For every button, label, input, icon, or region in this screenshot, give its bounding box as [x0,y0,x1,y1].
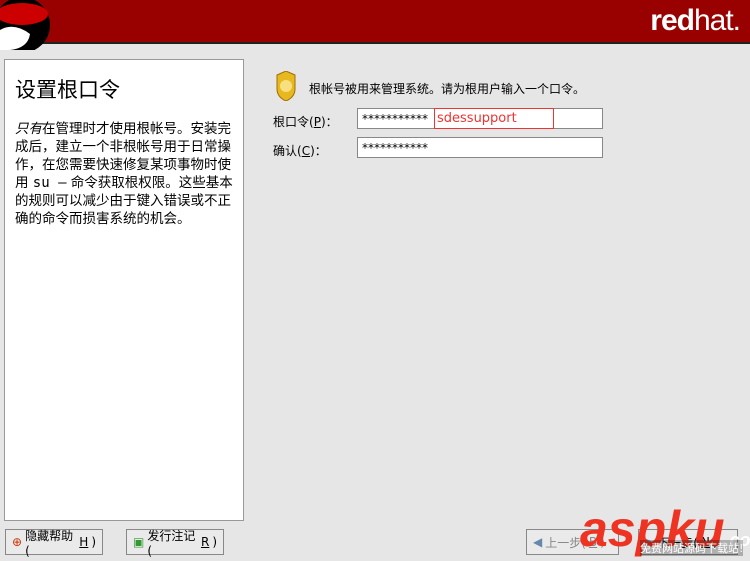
help-text: 只有在管理时才使用根帐号。安装完成后，建立一个非根帐号用于日常操作，在您需要快速… [15,121,233,227]
help-panel: 设置根口令 只有在管理时才使用根帐号。安装完成后，建立一个非根帐号用于日常操作，… [4,59,244,521]
lifebuoy-icon: ⊕ [12,535,23,549]
confirm-password-input[interactable]: *********** [357,137,603,158]
arrow-left-icon: ◀ [533,535,543,549]
watermark-subtitle: 免费网站源码下载站! [640,540,744,556]
notes-icon: ▣ [133,535,145,549]
confirm-password-label: 确认(C)： [273,144,327,158]
header-banner: redhat. [0,0,750,50]
hide-help-button[interactable]: ⊕ 隐藏帮助(H) [5,529,103,558]
redhat-shadowman-logo [0,0,50,50]
help-title: 设置根口令 [15,78,120,102]
release-notes-button[interactable]: ▣ 发行注记(R) [126,529,224,558]
shield-badge-icon [276,71,296,101]
redhat-brand: redhat. [650,4,741,37]
root-password-note: 根帐号被用来管理系统。请为根用户输入一个口令。 [309,82,586,96]
annotation-box: sdessupport [434,108,554,129]
root-password-label: 根口令(P)： [273,115,338,129]
